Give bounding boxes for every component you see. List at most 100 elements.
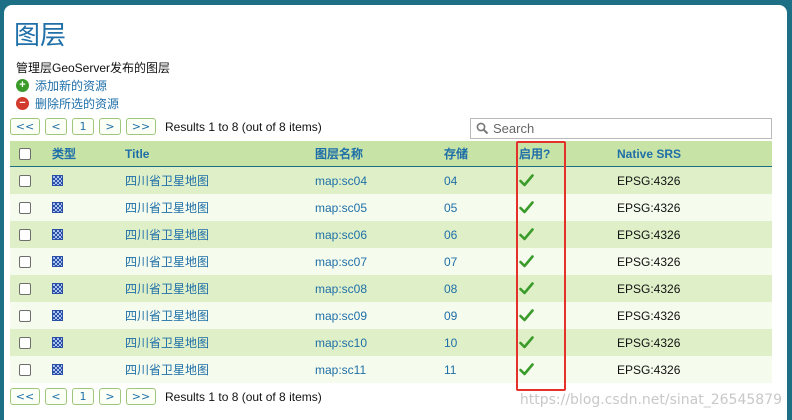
layer-name-link[interactable]: map:sc06 [315,221,367,248]
row-checkbox[interactable] [19,336,31,349]
table-row: 四川省卫星地图 map:sc04 04 EPSG:4326 [10,167,772,194]
page-number-button[interactable]: 1 [72,118,94,135]
layers-table: 类型 Title 图层名称 存储 启用? Native SRS 四川省卫星地图 m… [10,141,772,383]
last-page-button[interactable]: >> [126,388,156,405]
layer-name-link[interactable]: map:sc08 [315,275,367,302]
layer-grid-icon [52,364,63,375]
header-type[interactable]: 类型 [52,141,76,166]
pager-top: << < 1 > >> Results 1 to 8 (out of 8 ite… [10,118,322,135]
select-all-checkbox[interactable] [19,147,31,160]
layer-title-link[interactable]: 四川省卫星地图 [125,248,209,275]
layer-title-link[interactable]: 四川省卫星地图 [125,275,209,302]
row-checkbox[interactable] [19,174,31,187]
add-resource-label: 添加新的资源 [35,79,108,93]
native-srs: EPSG:4326 [617,362,681,377]
layer-name-link[interactable]: map:sc04 [315,167,367,194]
native-srs: EPSG:4326 [617,335,681,350]
layer-grid-icon [52,310,63,321]
remove-selected-link[interactable]: − 删除所选的资源 [16,95,119,112]
native-srs: EPSG:4326 [617,254,681,269]
header-title[interactable]: Title [125,141,149,166]
prev-page-button[interactable]: < [45,118,67,135]
native-srs: EPSG:4326 [617,173,681,188]
store-link[interactable]: 10 [444,329,457,356]
layer-name-link[interactable]: map:sc10 [315,329,367,356]
table-row: 四川省卫星地图 map:sc06 06 EPSG:4326 [10,221,772,248]
store-link[interactable]: 11 [444,356,456,383]
last-page-button[interactable]: >> [126,118,156,135]
minus-circle-icon: − [16,97,29,110]
first-page-button[interactable]: << [10,118,40,135]
pager-bottom: << < 1 > >> Results 1 to 8 (out of 8 ite… [10,388,322,405]
store-link[interactable]: 04 [444,167,457,194]
table-row: 四川省卫星地图 map:sc11 11 EPSG:4326 [10,356,772,383]
remove-selected-label: 删除所选的资源 [35,97,120,111]
layer-title-link[interactable]: 四川省卫星地图 [125,167,209,194]
add-resource-link[interactable]: + 添加新的资源 [16,77,107,94]
row-checkbox[interactable] [19,282,31,295]
header-name[interactable]: 图层名称 [315,141,363,166]
header-native-srs[interactable]: Native SRS [617,141,681,166]
store-link[interactable]: 06 [444,221,457,248]
page-number-button[interactable]: 1 [72,388,94,405]
row-checkbox[interactable] [19,255,31,268]
plus-circle-icon: + [16,79,29,92]
checkmark-icon [519,282,534,295]
table-body: 四川省卫星地图 map:sc04 04 EPSG:4326 四川省卫星地图 map:sc0… [10,167,772,383]
checkmark-icon [519,255,534,268]
layer-name-link[interactable]: map:sc05 [315,194,367,221]
store-link[interactable]: 08 [444,275,457,302]
table-row: 四川省卫星地图 map:sc09 09 EPSG:4326 [10,302,772,329]
checkmark-icon [519,309,534,322]
native-srs: EPSG:4326 [617,227,681,242]
checkmark-icon [519,336,534,349]
checkmark-icon [519,201,534,214]
store-link[interactable]: 09 [444,302,457,329]
checkmark-icon [519,363,534,376]
store-link[interactable]: 05 [444,194,457,221]
row-checkbox[interactable] [19,309,31,322]
results-info: Results 1 to 8 (out of 8 items) [165,389,322,404]
layer-grid-icon [52,175,63,186]
search-box[interactable] [470,118,772,139]
results-info: Results 1 to 8 (out of 8 items) [165,119,322,134]
native-srs: EPSG:4326 [617,200,681,215]
checkmark-icon [519,228,534,241]
table-row: 四川省卫星地图 map:sc05 05 EPSG:4326 [10,194,772,221]
table-header: 类型 Title 图层名称 存储 启用? Native SRS [10,141,772,167]
store-link[interactable]: 07 [444,248,457,275]
page-title: 图层 [14,21,67,51]
header-enabled[interactable]: 启用? [519,141,550,166]
row-checkbox[interactable] [19,363,31,376]
layer-grid-icon [52,337,63,348]
layer-title-link[interactable]: 四川省卫星地图 [125,302,209,329]
layer-grid-icon [52,283,63,294]
layer-title-link[interactable]: 四川省卫星地图 [125,194,209,221]
layer-title-link[interactable]: 四川省卫星地图 [125,221,209,248]
page-subtitle: 管理层GeoServer发布的图层 [16,61,171,75]
checkmark-icon [519,174,534,187]
watermark: https://blog.csdn.net/sinat_26545879 [519,392,782,408]
layer-name-link[interactable]: map:sc09 [315,302,367,329]
row-checkbox[interactable] [19,228,31,241]
table-row: 四川省卫星地图 map:sc10 10 EPSG:4326 [10,329,772,356]
first-page-button[interactable]: << [10,388,40,405]
header-store[interactable]: 存储 [444,141,468,166]
table-row: 四川省卫星地图 map:sc08 08 EPSG:4326 [10,275,772,302]
prev-page-button[interactable]: < [45,388,67,405]
row-checkbox[interactable] [19,201,31,214]
native-srs: EPSG:4326 [617,281,681,296]
layer-title-link[interactable]: 四川省卫星地图 [125,329,209,356]
search-input[interactable] [493,121,753,136]
layer-name-link[interactable]: map:sc11 [315,356,366,383]
table-row: 四川省卫星地图 map:sc07 07 EPSG:4326 [10,248,772,275]
layer-name-link[interactable]: map:sc07 [315,248,367,275]
search-icon [476,122,489,135]
next-page-button[interactable]: > [99,388,121,405]
next-page-button[interactable]: > [99,118,121,135]
layer-grid-icon [52,256,63,267]
layer-grid-icon [52,229,63,240]
layer-grid-icon [52,202,63,213]
native-srs: EPSG:4326 [617,308,681,323]
layer-title-link[interactable]: 四川省卫星地图 [125,356,209,383]
